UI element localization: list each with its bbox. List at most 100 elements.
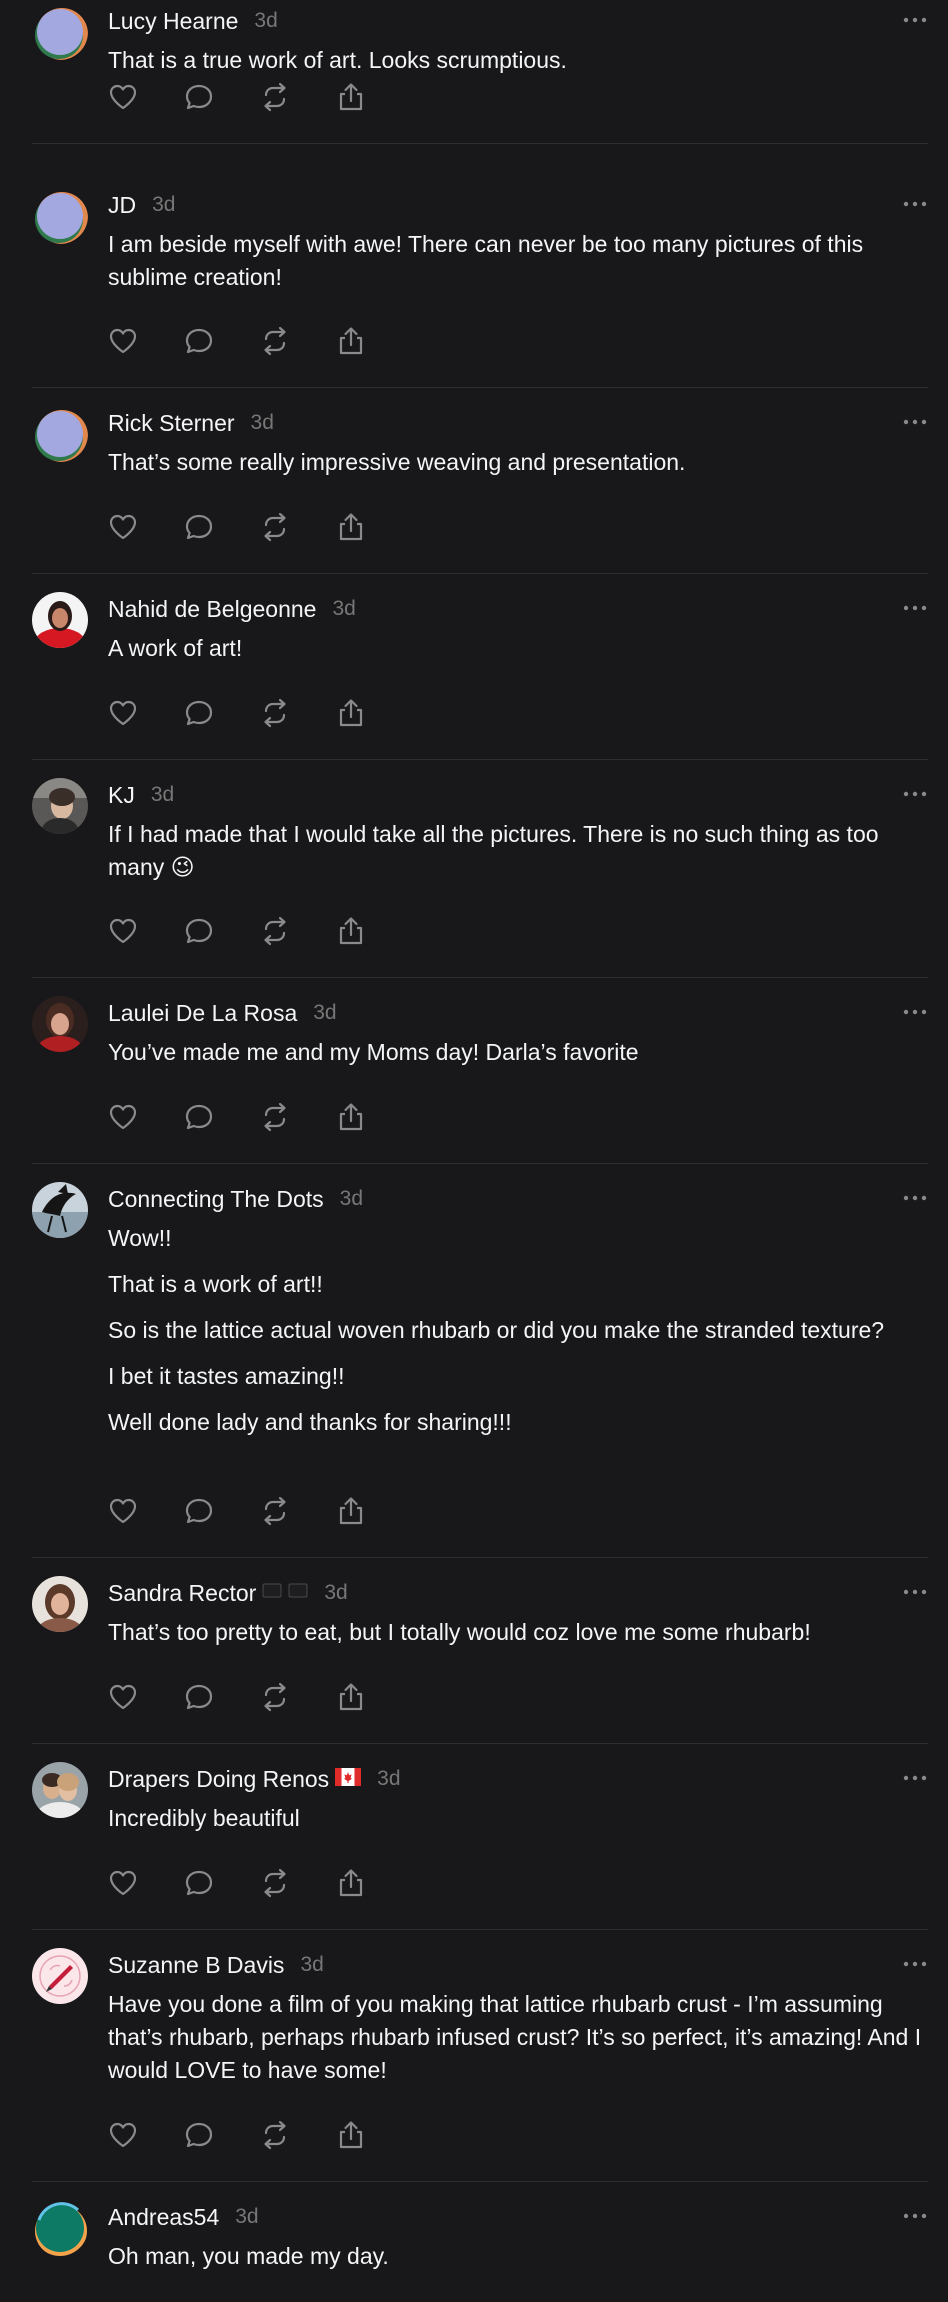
more-options-icon[interactable] — [902, 784, 928, 804]
share-button[interactable] — [334, 914, 368, 948]
more-options-icon[interactable] — [902, 1582, 928, 1602]
like-button[interactable] — [106, 2118, 140, 2152]
username[interactable]: Nahid de Belgeonne — [108, 596, 316, 623]
comment-icon — [184, 1868, 214, 1898]
avatar[interactable] — [32, 996, 88, 1052]
heart-icon — [108, 698, 138, 728]
repost-button[interactable] — [258, 1100, 292, 1134]
avatar[interactable] — [32, 1576, 88, 1632]
like-button[interactable] — [106, 1680, 140, 1714]
share-button[interactable] — [334, 1494, 368, 1528]
reply-text: A work of art! — [108, 632, 934, 678]
reply-item: Andreas54 3d Oh man, you made my day. — [0, 2182, 948, 2302]
more-options-icon[interactable] — [902, 2206, 928, 2226]
reply-button[interactable] — [182, 1100, 216, 1134]
avatar[interactable] — [32, 592, 88, 648]
avatar[interactable] — [32, 188, 88, 244]
reply-button[interactable] — [182, 1680, 216, 1714]
avatar[interactable] — [32, 778, 88, 834]
reply-button[interactable] — [182, 1494, 216, 1528]
share-icon — [336, 1102, 366, 1132]
more-options-icon[interactable] — [902, 598, 928, 618]
share-button[interactable] — [334, 510, 368, 544]
username[interactable]: Sandra Rector — [108, 1580, 256, 1607]
repost-button[interactable] — [258, 80, 292, 114]
avatar[interactable] — [32, 1182, 88, 1238]
more-options-icon[interactable] — [902, 1954, 928, 1974]
more-options-icon[interactable] — [902, 1188, 928, 1208]
reply-button[interactable] — [182, 696, 216, 730]
like-button[interactable] — [106, 1494, 140, 1528]
black-flag-icon — [262, 1583, 282, 1604]
heart-icon — [108, 1868, 138, 1898]
more-options-icon[interactable] — [902, 10, 928, 30]
repost-icon — [260, 916, 290, 946]
like-button[interactable] — [106, 324, 140, 358]
repost-button[interactable] — [258, 2118, 292, 2152]
reply-header: Andreas54 3d — [108, 2202, 928, 2232]
more-options-icon[interactable] — [902, 412, 928, 432]
reply-text: That’s too pretty to eat, but I totally … — [108, 1616, 934, 1662]
reply-paragraph: So is the lattice actual woven rhubarb o… — [108, 1317, 885, 1343]
reply-item: Connecting The Dots 3d Wow!! That is a work… — [0, 1164, 948, 1558]
repost-button[interactable] — [258, 696, 292, 730]
username[interactable]: Lucy Hearne — [108, 8, 238, 35]
reply-text: Have you done a film of you making that … — [108, 1988, 934, 2100]
username[interactable]: Suzanne B Davis — [108, 1952, 284, 1979]
share-icon — [336, 1868, 366, 1898]
reply-button[interactable] — [182, 2118, 216, 2152]
reply-header: Drapers Doing Renos 3d — [108, 1764, 928, 1794]
avatar[interactable] — [32, 1948, 88, 2004]
repost-button[interactable] — [258, 1866, 292, 1900]
share-button[interactable] — [334, 1866, 368, 1900]
reply-button[interactable] — [182, 80, 216, 114]
like-button[interactable] — [106, 1100, 140, 1134]
timestamp: 3d — [377, 1767, 401, 1790]
username[interactable]: Laulei De La Rosa — [108, 1000, 297, 1027]
share-button[interactable] — [334, 696, 368, 730]
reply-header: Sandra Rector 3d — [108, 1578, 928, 1608]
more-options-icon[interactable] — [902, 1768, 928, 1788]
avatar[interactable] — [32, 2200, 88, 2256]
action-bar — [106, 696, 410, 730]
username[interactable]: Rick Sterner — [108, 410, 235, 437]
like-button[interactable] — [106, 914, 140, 948]
repost-button[interactable] — [258, 1680, 292, 1714]
heart-icon — [108, 2120, 138, 2150]
like-button[interactable] — [106, 696, 140, 730]
username[interactable]: Andreas54 — [108, 2204, 219, 2231]
repost-button[interactable] — [258, 1494, 292, 1528]
repost-button[interactable] — [258, 324, 292, 358]
reply-paragraph: That’s too pretty to eat, but I totally … — [108, 1619, 811, 1645]
avatar[interactable] — [32, 1762, 88, 1818]
username[interactable]: Connecting The Dots — [108, 1186, 324, 1213]
username[interactable]: Drapers Doing Renos — [108, 1766, 329, 1793]
like-button[interactable] — [106, 80, 140, 114]
reply-button[interactable] — [182, 510, 216, 544]
share-button[interactable] — [334, 1680, 368, 1714]
avatar[interactable] — [32, 4, 88, 60]
like-button[interactable] — [106, 1866, 140, 1900]
share-button[interactable] — [334, 324, 368, 358]
repost-button[interactable] — [258, 914, 292, 948]
username[interactable]: KJ — [108, 782, 135, 809]
share-button[interactable] — [334, 1100, 368, 1134]
share-button[interactable] — [334, 80, 368, 114]
share-icon — [336, 1496, 366, 1526]
reply-button[interactable] — [182, 1866, 216, 1900]
more-options-icon[interactable] — [902, 1002, 928, 1022]
repost-button[interactable] — [258, 510, 292, 544]
more-options-icon[interactable] — [902, 194, 928, 214]
reply-button[interactable] — [182, 324, 216, 358]
like-button[interactable] — [106, 510, 140, 544]
reply-button[interactable] — [182, 914, 216, 948]
reply-paragraph: A work of art! — [108, 635, 243, 661]
avatar[interactable] — [32, 406, 88, 462]
username[interactable]: JD — [108, 192, 136, 219]
reply-paragraph: Incredibly beautiful — [108, 1805, 300, 1831]
timestamp: 3d — [254, 9, 278, 32]
reply-text: I am beside myself with awe! There can n… — [108, 228, 934, 307]
share-button[interactable] — [334, 2118, 368, 2152]
reply-paragraph: I bet it tastes amazing!! — [108, 1363, 345, 1389]
reply-text: Wow!! That is a work of art!! So is the la… — [108, 1222, 934, 1452]
